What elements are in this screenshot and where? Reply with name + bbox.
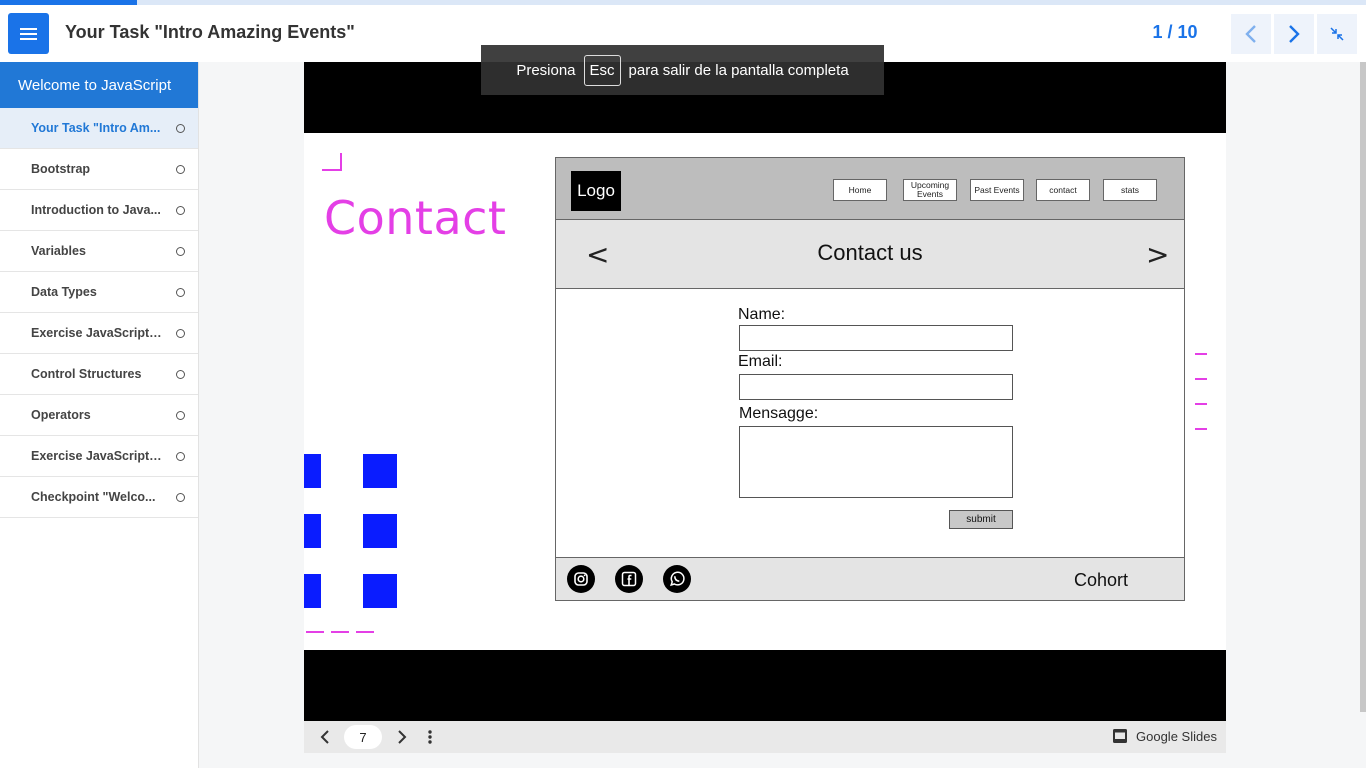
sidebar-section-title[interactable]: Welcome to JavaScript — [0, 62, 198, 108]
status-circle-icon — [176, 205, 185, 215]
toast-text-before: Presiona — [516, 61, 576, 79]
sidebar-item[interactable]: Bootstrap — [0, 149, 198, 190]
sidebar-item-label: Introduction to Java... — [31, 203, 161, 217]
sidebar-item-label: Operators — [31, 408, 91, 422]
facebook-icon — [615, 565, 643, 593]
wireframe-submit-button: submit — [949, 510, 1013, 529]
decor-dash — [331, 631, 349, 633]
status-circle-icon — [176, 246, 185, 256]
sidebar-item-label: Bootstrap — [31, 162, 91, 176]
wireframe-navbar: Logo Home Upcoming Events Past Events co… — [556, 158, 1184, 220]
sidebar-item-label: Data Types — [31, 285, 97, 299]
status-circle-icon — [176, 369, 185, 379]
sidebar-item-label: Your Task "Intro Am... — [31, 121, 161, 135]
slide-heading: Contact — [324, 191, 507, 245]
wireframe-name-field — [739, 325, 1013, 351]
contact-page-wireframe: Logo Home Upcoming Events Past Events co… — [555, 157, 1185, 601]
wireframe-nav-stats: stats — [1103, 179, 1157, 201]
status-circle-icon — [176, 287, 185, 297]
wireframe-email-field — [739, 374, 1013, 400]
fullscreen-exit-toast: Presiona Esc para salir de la pantalla c… — [481, 45, 884, 95]
decor-dash — [1195, 353, 1207, 355]
chevron-left-icon — [1245, 25, 1256, 43]
page-title: Your Task "Intro Amazing Events" — [65, 22, 355, 42]
sidebar-item[interactable]: Checkpoint "Welco... — [0, 477, 198, 518]
sidebar-item-label: Checkpoint "Welco... — [31, 490, 156, 504]
wireframe-hero: < Contact us > — [556, 220, 1184, 289]
status-circle-icon — [176, 492, 185, 502]
sidebar-item-label: Control Structures — [31, 367, 142, 381]
slide-next-icon[interactable] — [397, 729, 407, 745]
toast-text-after: para salir de la pantalla completa — [628, 61, 849, 79]
decor-square — [304, 454, 321, 488]
course-sidebar: Welcome to JavaScript Your Task "Intro A… — [0, 62, 199, 768]
chevron-right-icon — [1289, 25, 1300, 43]
decor-square — [304, 514, 321, 548]
decor-dash — [1195, 428, 1207, 430]
wireframe-footer-text: Cohort — [1074, 570, 1129, 590]
page-scrollbar[interactable] — [1360, 62, 1366, 712]
wireframe-message-label: Mensagge: — [739, 405, 819, 422]
esc-key-badge: Esc — [583, 54, 621, 86]
slide-page-number[interactable]: 7 — [344, 725, 382, 749]
exit-fullscreen-button[interactable] — [1317, 14, 1357, 54]
status-circle-icon — [176, 328, 185, 338]
sidebar-item-label: Exercise JavaScript ... — [31, 449, 163, 463]
status-circle-icon — [176, 164, 185, 174]
wireframe-next-arrow: > — [1146, 238, 1170, 271]
sidebar-item-label: Variables — [31, 244, 86, 258]
wireframe-hero-title: Contact us — [817, 240, 923, 265]
google-slides-link[interactable]: Google Slides — [1112, 728, 1217, 744]
decor-dash — [306, 631, 324, 633]
decor-square — [363, 514, 397, 548]
corner-decoration — [322, 153, 342, 171]
wireframe-message-field — [739, 426, 1013, 498]
decor-square — [304, 574, 321, 608]
previous-button[interactable] — [1231, 14, 1271, 54]
google-slides-label: Google Slides — [1136, 728, 1217, 744]
decor-square — [363, 454, 397, 488]
sidebar-item[interactable]: Data Types — [0, 272, 198, 313]
wireframe-nav-past: Past Events — [970, 179, 1024, 201]
sidebar-item[interactable]: Control Structures — [0, 354, 198, 395]
decor-square — [363, 574, 397, 608]
wireframe-logo: Logo — [571, 171, 621, 211]
instagram-icon — [567, 565, 595, 593]
status-circle-icon — [176, 123, 185, 133]
wireframe-nav-contact: contact — [1036, 179, 1090, 201]
whatsapp-icon — [663, 565, 691, 593]
decor-dash — [1195, 378, 1207, 380]
sidebar-list: Your Task "Intro Am... Bootstrap Introduct… — [0, 108, 198, 518]
slides-toolbar: 7 Google Slides — [304, 721, 1226, 753]
more-options-icon[interactable] — [427, 729, 433, 745]
sidebar-item[interactable]: Exercise JavaScript ... — [0, 436, 198, 477]
status-circle-icon — [176, 410, 185, 420]
sidebar-item[interactable]: Exercise JavaScript ... — [0, 313, 198, 354]
page-counter: 1 / 10 — [1152, 22, 1198, 42]
next-button[interactable] — [1274, 14, 1314, 54]
wireframe-email-label: Email: — [738, 353, 783, 370]
wireframe-footer: Cohort — [556, 557, 1184, 600]
sidebar-item-label: Exercise JavaScript ... — [31, 326, 163, 340]
sidebar-item[interactable]: Variables — [0, 231, 198, 272]
status-circle-icon — [176, 451, 185, 461]
menu-button[interactable] — [8, 13, 49, 54]
slide-canvas: Contact Logo Home Upcoming Events Past E… — [304, 133, 1226, 650]
wireframe-nav-home: Home — [833, 179, 887, 201]
sidebar-item[interactable]: Operators — [0, 395, 198, 436]
sidebar-item[interactable]: Your Task "Intro Am... — [0, 108, 198, 149]
google-slides-icon — [1113, 729, 1127, 743]
exit-fullscreen-icon — [1330, 27, 1344, 41]
slide-prev-icon[interactable] — [320, 729, 330, 745]
wireframe-name-label: Name: — [738, 306, 786, 323]
decor-dash — [1195, 403, 1207, 405]
wireframe-nav-upcoming: Upcoming Events — [903, 179, 957, 201]
sidebar-item[interactable]: Introduction to Java... — [0, 190, 198, 231]
hamburger-menu-icon — [20, 27, 37, 30]
decor-dash — [356, 631, 374, 633]
